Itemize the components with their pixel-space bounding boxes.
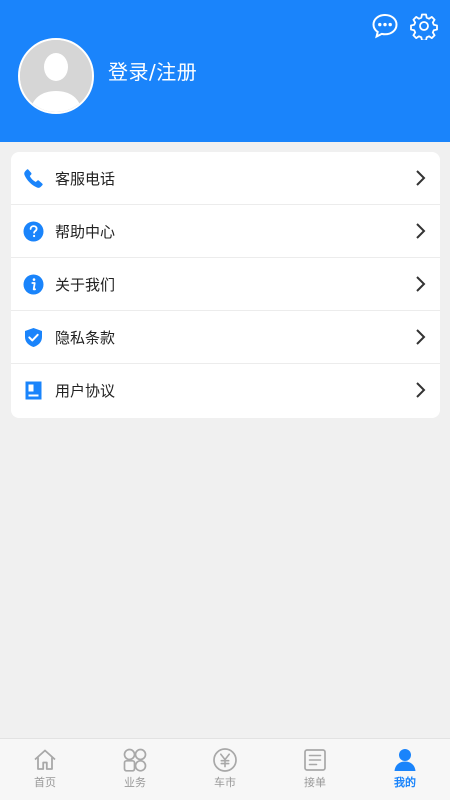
avatar[interactable] <box>18 38 94 114</box>
orders-icon <box>302 747 328 773</box>
yen-icon <box>212 747 238 773</box>
menu-item-about-us[interactable]: 关于我们 <box>11 258 440 311</box>
chevron-right-icon <box>414 222 426 240</box>
business-icon <box>122 747 148 773</box>
profile-header: 登录/注册 <box>0 0 450 142</box>
home-icon <box>32 747 58 773</box>
chevron-right-icon <box>414 169 426 187</box>
person-icon <box>392 747 418 773</box>
menu-item-label: 关于我们 <box>55 276 116 294</box>
menu-item-label: 客服电话 <box>55 170 116 188</box>
login-register-link[interactable]: 登录/注册 <box>108 58 197 86</box>
bottom-tab-bar: 首页 业务 车市 接单 我的 <box>0 738 450 800</box>
tab-label: 我的 <box>394 776 416 789</box>
gear-icon[interactable] <box>410 12 438 40</box>
tab-label: 车市 <box>214 776 236 789</box>
info-icon <box>23 274 44 295</box>
tab-home[interactable]: 首页 <box>0 739 90 800</box>
chevron-right-icon <box>414 328 426 346</box>
tab-label: 首页 <box>34 776 56 789</box>
menu-item-label: 隐私条款 <box>55 329 116 347</box>
document-icon <box>23 380 44 401</box>
menu-item-customer-service[interactable]: 客服电话 <box>11 152 440 205</box>
tab-orders[interactable]: 接单 <box>270 739 360 800</box>
tab-mine[interactable]: 我的 <box>360 739 450 800</box>
chevron-right-icon <box>414 275 426 293</box>
chevron-right-icon <box>414 381 426 399</box>
message-icon[interactable] <box>371 12 399 40</box>
tab-business[interactable]: 业务 <box>90 739 180 800</box>
tab-label: 接单 <box>304 776 326 789</box>
phone-icon <box>23 168 44 189</box>
tab-car-market[interactable]: 车市 <box>180 739 270 800</box>
tab-label: 业务 <box>124 776 146 789</box>
menu-item-label: 用户协议 <box>55 382 116 400</box>
shield-check-icon <box>23 327 44 348</box>
menu-card: 客服电话 帮助中心 关于我们 隐私条款 用户协议 <box>11 152 440 418</box>
menu-item-label: 帮助中心 <box>55 223 116 241</box>
menu-item-help-center[interactable]: 帮助中心 <box>11 205 440 258</box>
menu-item-privacy-policy[interactable]: 隐私条款 <box>11 311 440 364</box>
question-icon <box>23 221 44 242</box>
menu-item-user-agreement[interactable]: 用户协议 <box>11 364 440 417</box>
